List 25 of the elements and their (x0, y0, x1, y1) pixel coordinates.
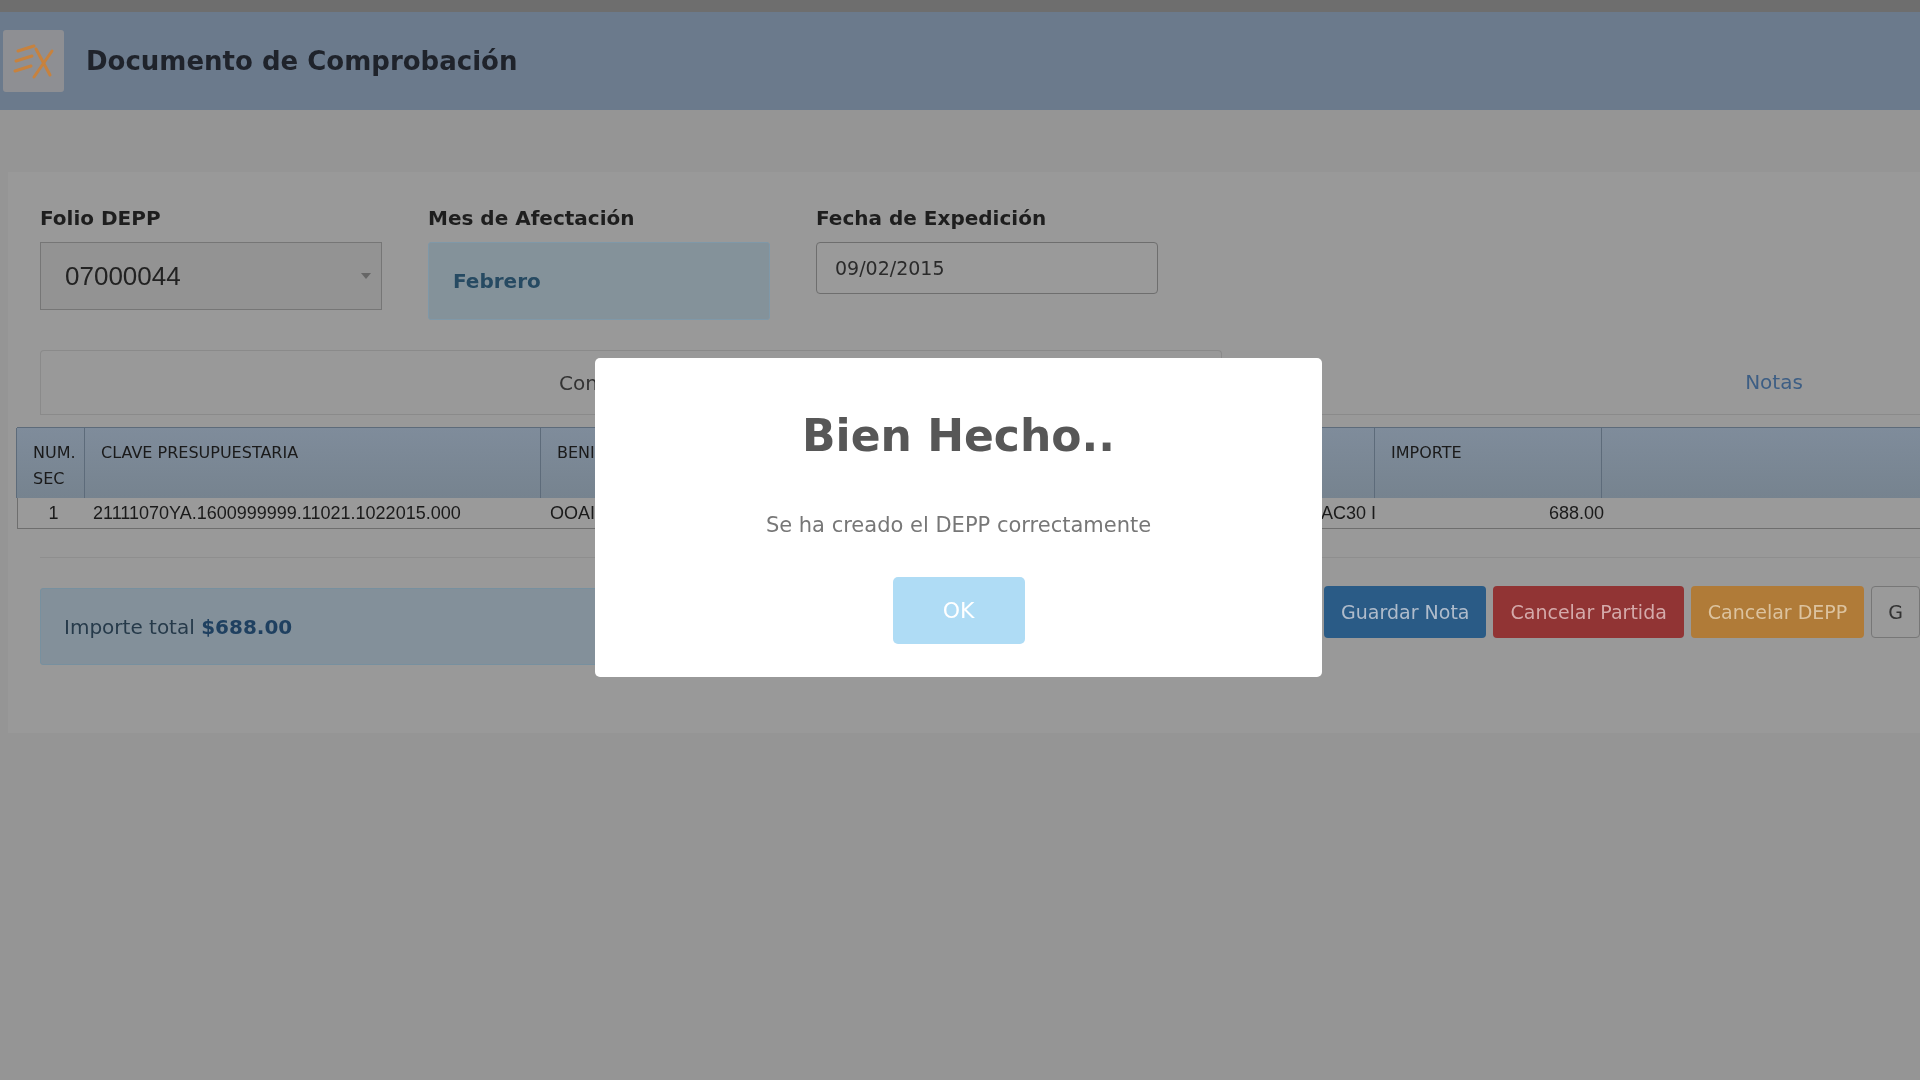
dialog-message: Se ha creado el DEPP correctamente (765, 513, 1152, 537)
month-display: Febrero (428, 242, 770, 320)
column-header: IMPORTE (1391, 443, 1462, 462)
table-cell: 21111070YA.1600999999.11021.1022015.000 (93, 502, 461, 524)
table-cell: OOAI (550, 502, 595, 524)
column-header: CLAVE PRESUPUESTARIA (101, 443, 299, 462)
column-header: BENI (557, 443, 595, 462)
table-cell: AC30 I (1320, 502, 1376, 524)
caret-icon (361, 273, 371, 279)
field-label: Mes de Afectación (428, 206, 636, 230)
tab[interactable]: Notas (1222, 350, 1920, 414)
dialog-title: Bien Hecho.. (802, 410, 1115, 461)
column-header: NUM. SEC (33, 443, 76, 488)
page-title: Documento de Comprobación (86, 46, 518, 76)
table-cell: 688.00 (1548, 502, 1604, 524)
folio-select[interactable]: 07000044 (40, 242, 382, 310)
date-field[interactable]: 09/02/2015 (816, 242, 1158, 294)
table-cell: 1 (48, 502, 59, 524)
logo-icon (3, 30, 64, 92)
action-button[interactable]: Cancelar Partida (1493, 586, 1684, 638)
action-button[interactable]: G (1871, 586, 1920, 638)
action-button[interactable]: Guardar Nota (1324, 586, 1487, 638)
field-label: Folio DEPP (40, 206, 162, 230)
field-label: Fecha de Expedición (816, 206, 1048, 230)
action-button[interactable]: Cancelar DEPP (1690, 586, 1865, 638)
